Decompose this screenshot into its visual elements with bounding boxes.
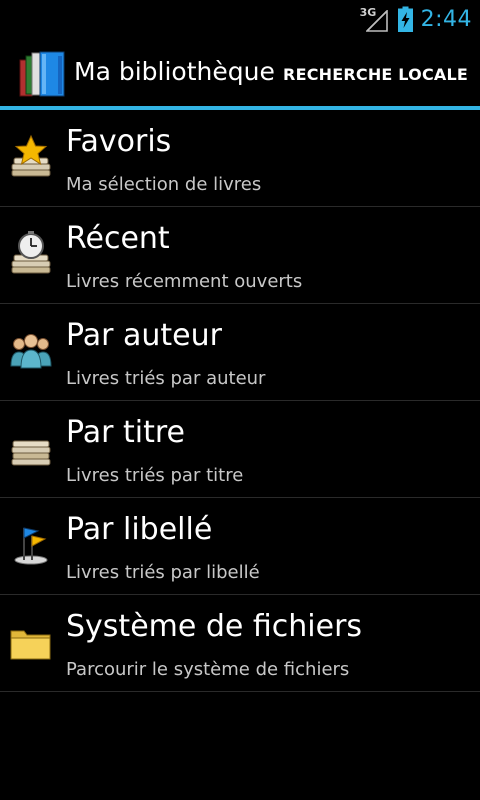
item-subtitle: Parcourir le système de fichiers (66, 659, 350, 680)
app-title: Ma bibliothèque (74, 57, 275, 86)
list-item-recent[interactable]: Récent Livres récemment ouverts (0, 207, 480, 304)
status-bar: 3G 2:44 (0, 0, 480, 38)
item-title: Récent (66, 221, 170, 256)
item-title: Par titre (66, 415, 185, 450)
action-bar: Ma bibliothèque RECHERCHE LOCALE (0, 38, 480, 110)
status-icons: 3G 2:44 (360, 0, 472, 38)
item-subtitle: Ma sélection de livres (66, 174, 262, 195)
list-item-file-system[interactable]: Système de fichiers Parcourir le système… (0, 595, 480, 692)
item-subtitle: Livres triés par auteur (66, 368, 266, 389)
item-subtitle: Livres triés par libellé (66, 562, 260, 583)
list-item-by-title[interactable]: Par titre Livres triés par titre (0, 401, 480, 498)
list-item-favorites[interactable]: Favoris Ma sélection de livres (0, 110, 480, 207)
item-title: Favoris (66, 124, 172, 159)
status-clock: 2:44 (420, 6, 472, 32)
titles-books-stack-icon (10, 425, 52, 471)
list-item-by-author[interactable]: Par auteur Livres triés par auteur (0, 304, 480, 401)
item-title: Par auteur (66, 318, 222, 353)
library-list: Favoris Ma sélection de livres Récent Li… (0, 110, 480, 692)
library-books-icon[interactable] (18, 50, 68, 98)
item-subtitle: Livres récemment ouverts (66, 271, 303, 292)
local-search-button[interactable]: RECHERCHE LOCALE (283, 65, 468, 84)
item-title: Système de fichiers (66, 609, 363, 644)
labels-flags-icon (10, 522, 52, 568)
battery-charging-icon (397, 6, 413, 32)
item-subtitle: Livres triés par titre (66, 465, 244, 486)
favorites-star-books-icon (10, 134, 52, 180)
folder-icon (10, 619, 52, 665)
recent-clock-books-icon (10, 231, 52, 277)
item-title: Par libellé (66, 512, 213, 547)
signal-icon: 3G (360, 6, 388, 32)
list-item-by-label[interactable]: Par libellé Livres triés par libellé (0, 498, 480, 595)
authors-people-icon (10, 328, 52, 374)
